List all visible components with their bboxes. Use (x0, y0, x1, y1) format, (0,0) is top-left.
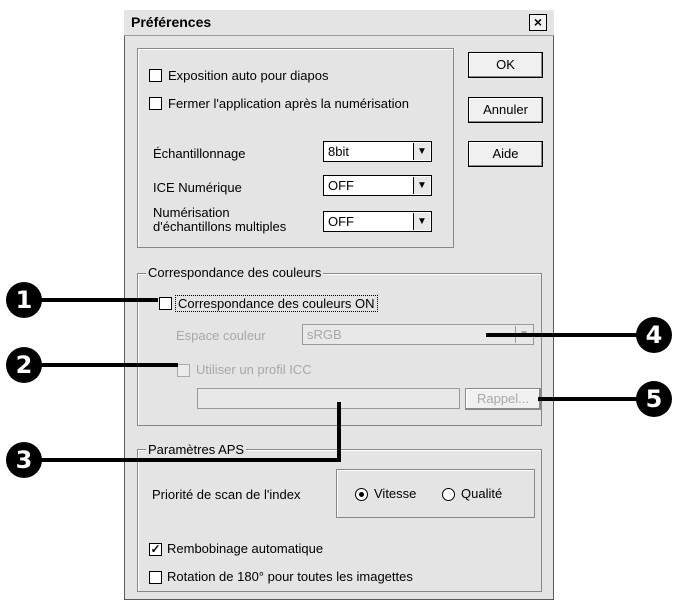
sampling-select[interactable]: 8bit ▼ (323, 141, 432, 162)
multi-sample-value: OFF (328, 214, 354, 229)
ice-value: OFF (328, 178, 354, 193)
callout-3: 3 (6, 442, 42, 478)
color-space-value: sRGB (307, 327, 342, 342)
chevron-down-icon[interactable]: ▼ (413, 177, 430, 194)
quality-label: Qualité (461, 486, 503, 501)
callout-2: 2 (6, 347, 42, 383)
close-button[interactable]: × (529, 14, 547, 31)
sampling-value: 8bit (328, 144, 349, 159)
rotate-checkbox[interactable] (149, 571, 162, 584)
multi-sample-label-line1: Numérisation (153, 205, 230, 220)
callout-4-leader (486, 333, 638, 337)
speed-radio[interactable] (355, 488, 368, 501)
cancel-button[interactable]: Annuler (468, 97, 543, 123)
callout-1-leader (40, 298, 158, 302)
callout-5-leader (538, 397, 638, 401)
dialog-title: Préférences (131, 14, 212, 30)
icc-profile-path-field[interactable] (197, 388, 460, 409)
multi-sample-label-line2: d'échantillons multiples (153, 219, 287, 234)
chevron-down-icon[interactable]: ▼ (413, 143, 430, 160)
auto-rewind-checkbox[interactable]: ✓ (149, 543, 162, 556)
color-matching-label: Correspondance des couleurs ON (175, 295, 378, 312)
callout-3-leader-horizontal (40, 458, 341, 462)
ice-label: ICE Numérique (153, 180, 242, 195)
close-after-scan-label: Fermer l'application après la numérisati… (168, 96, 409, 111)
speed-label: Vitesse (374, 486, 417, 501)
callout-5: 5 (636, 381, 672, 417)
multi-sample-select[interactable]: OFF ▼ (323, 211, 432, 232)
callout-4: 4 (636, 317, 672, 353)
auto-exposure-checkbox[interactable] (149, 69, 162, 82)
close-after-scan-checkbox[interactable] (149, 97, 162, 110)
help-button[interactable]: Aide (468, 141, 543, 167)
callout-3-leader-vertical (337, 402, 341, 462)
callout-1: 1 (6, 282, 42, 318)
sampling-label: Échantillonnage (153, 146, 246, 161)
callout-2-leader (40, 363, 178, 367)
use-icc-label: Utiliser un profil ICC (196, 362, 312, 377)
color-matching-group-label: Correspondance des couleurs (146, 265, 324, 280)
color-space-label: Espace couleur (176, 328, 266, 343)
rotate-label: Rotation de 180° pour toutes les imagett… (167, 569, 413, 584)
chevron-down-icon[interactable]: ▼ (413, 213, 430, 230)
aps-group-label: Paramètres APS (146, 442, 247, 457)
recall-button[interactable]: Rappel... (465, 388, 541, 410)
quality-radio[interactable] (442, 488, 455, 501)
use-icc-checkbox[interactable] (177, 364, 190, 377)
auto-exposure-label: Exposition auto pour diapos (168, 68, 329, 83)
ice-select[interactable]: OFF ▼ (323, 175, 432, 196)
index-priority-label: Priorité de scan de l'index (152, 487, 301, 502)
auto-rewind-label: Rembobinage automatique (167, 541, 324, 556)
color-matching-checkbox[interactable] (159, 297, 172, 310)
ok-button[interactable]: OK (468, 52, 543, 78)
